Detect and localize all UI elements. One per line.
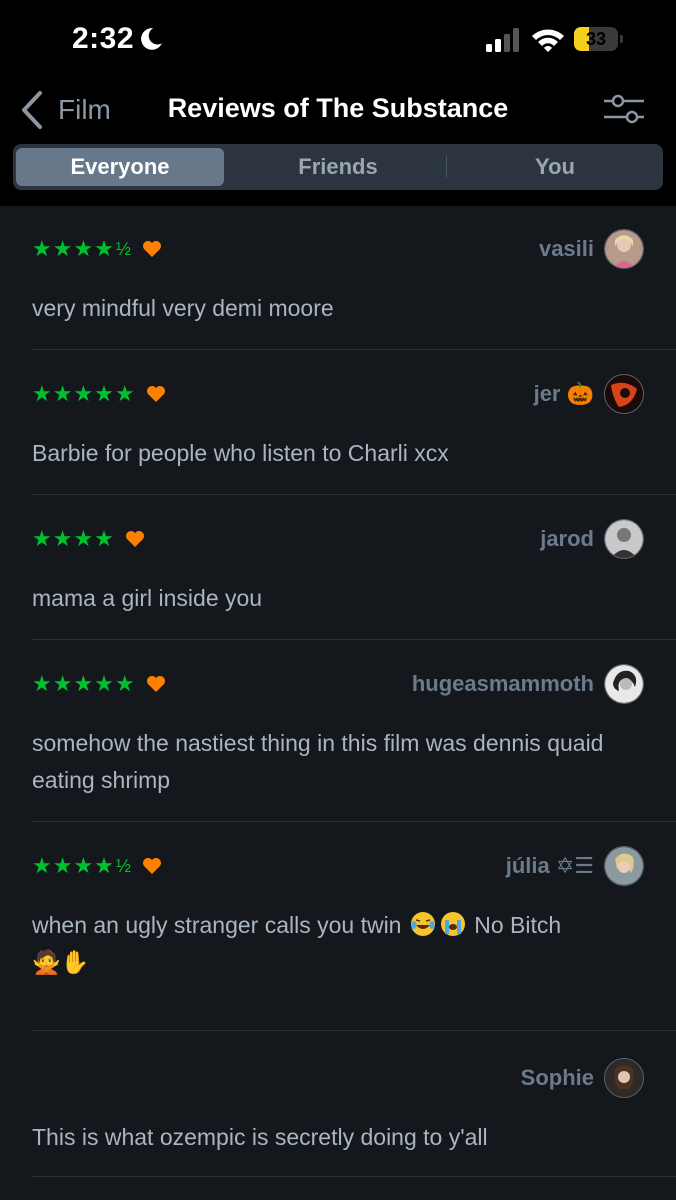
review-user[interactable]: júlia ✡☰: [506, 846, 644, 886]
half-star: ½: [115, 855, 132, 876]
avatar: [604, 374, 644, 414]
review-emojis: 🙅✋: [32, 949, 90, 975]
username: hugeasmammoth: [411, 671, 594, 696]
review-text: somehow the nastiest thing in this film …: [32, 730, 604, 793]
star-rating: ★★★★ ½: [32, 236, 162, 262]
audience-tabs: Everyone Friends You: [13, 144, 663, 190]
username: júlia ✡☰: [505, 853, 594, 878]
review-user[interactable]: hugeasmammoth: [412, 664, 644, 704]
stars: ★★★★: [32, 526, 115, 551]
review-item[interactable]: Sophie This is what ozempic is secretly …: [0, 1031, 676, 1177]
filter-sliders-icon[interactable]: [602, 93, 646, 125]
status-time: 2:32: [72, 22, 135, 55]
review-user[interactable]: jarod: [540, 519, 644, 559]
review-text-part: No Bitch: [467, 912, 562, 938]
tab-everyone[interactable]: Everyone: [16, 148, 224, 186]
review-text: very mindful very demi moore: [32, 295, 334, 321]
star-rating: ★★★★ ½: [32, 853, 162, 879]
cellular-signal-icon: [486, 28, 519, 52]
stars: ★★★★: [32, 853, 115, 878]
username: Sophie: [520, 1065, 594, 1090]
loudly-crying-emoji-icon: [440, 912, 465, 936]
battery-text: 33: [585, 29, 607, 49]
review-text-part: when an ugly stranger calls you twin: [32, 912, 402, 938]
stars: ★★★★: [32, 236, 115, 261]
review-user[interactable]: Sophie: [521, 1058, 644, 1098]
laughing-tears-emoji-icon: [410, 912, 435, 936]
tab-friends[interactable]: Friends: [233, 148, 443, 186]
username: vasili: [538, 236, 594, 261]
avatar: [604, 519, 644, 559]
review-item[interactable]: ★★★★ ½ vasili very mindful very demi moor…: [0, 206, 676, 350]
review-user[interactable]: jer 🎃: [534, 374, 644, 414]
review-text: This is what ozempic is secretly doing t…: [32, 1124, 488, 1150]
review-text: when an ugly stranger calls you twin No …: [32, 907, 616, 981]
heart-icon: [146, 386, 165, 402]
heart-icon: [125, 531, 144, 547]
page-title: Reviews of The Substance: [167, 93, 509, 123]
heart-icon: [142, 241, 161, 257]
stars: ★★★★★: [32, 381, 136, 406]
star-rating: ★★★★★: [32, 381, 166, 407]
avatar: [604, 229, 644, 269]
stars: ★★★★★: [32, 671, 136, 696]
review-item[interactable]: ★★★★ ½ júlia ✡☰ when an ugly stranger cal…: [0, 822, 676, 1031]
reviews-list: ★★★★ ½ vasili very mindful very demi moor…: [0, 206, 676, 1177]
review-item[interactable]: ★★★★★ jer 🎃 Barbie for people who listen…: [0, 350, 676, 495]
half-star: ½: [115, 238, 132, 259]
wifi-icon: [532, 29, 564, 52]
review-user[interactable]: vasili: [539, 229, 644, 269]
star-rating: ★★★★★: [32, 671, 166, 697]
review-text: mama a girl inside you: [32, 585, 263, 611]
battery-indicator: 33: [574, 27, 624, 51]
avatar: [604, 664, 644, 704]
status-bar: 2:32 33: [0, 0, 676, 80]
divider: [32, 1176, 676, 1177]
heart-icon: [142, 858, 161, 874]
moon-icon: [141, 28, 162, 50]
review-item[interactable]: ★★★★ jarod mama a girl inside you: [0, 495, 676, 640]
review-text: Barbie for people who listen to Charli x…: [32, 440, 449, 466]
review-item[interactable]: ★★★★★ hugeasmammoth somehow the nastiest…: [0, 640, 676, 822]
tab-you[interactable]: You: [449, 148, 661, 186]
tab-divider: [446, 156, 447, 178]
username: jer 🎃: [533, 381, 594, 406]
avatar: [604, 1058, 644, 1098]
heart-icon: [146, 676, 165, 692]
username: jarod: [540, 526, 594, 551]
header: Film Reviews of The Substance Everyone F…: [0, 80, 676, 206]
star-rating: ★★★★: [32, 526, 145, 552]
avatar: [604, 846, 644, 886]
